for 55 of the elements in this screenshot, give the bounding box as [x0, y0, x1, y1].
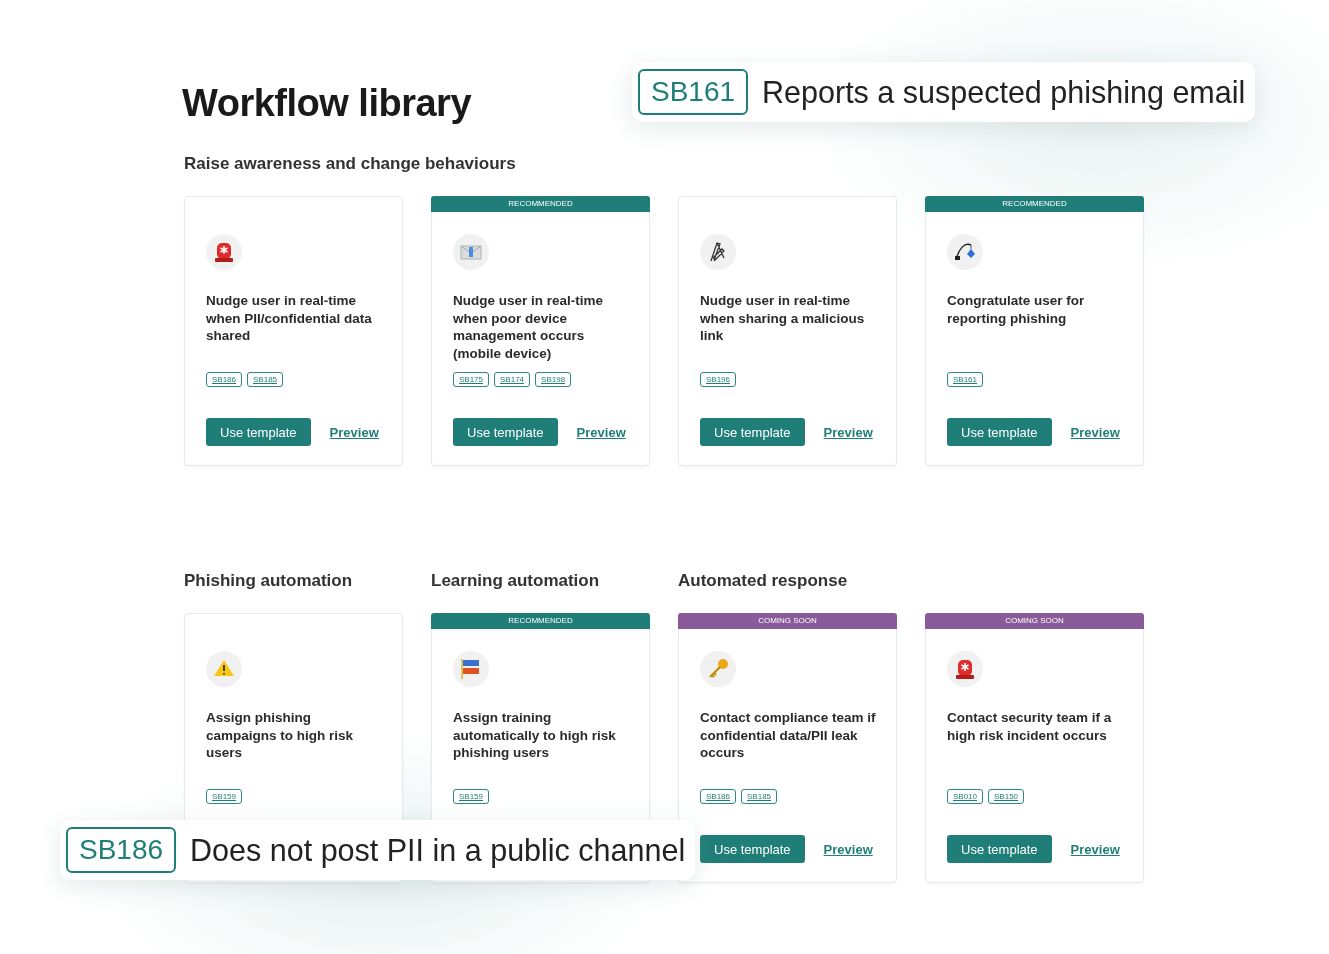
preview-link[interactable]: Preview — [1070, 424, 1120, 440]
code-badge: SB186 — [66, 827, 177, 873]
tag-link[interactable]: SB174 — [494, 372, 531, 387]
use-template-button[interactable]: Use template — [947, 418, 1052, 446]
section-heading: Automated response — [678, 571, 849, 591]
card-title: Assign training automatically to high risk phishing users — [453, 709, 617, 762]
use-template-button[interactable]: Use template — [206, 418, 311, 446]
use-template-button[interactable]: Use template — [700, 418, 805, 446]
use-template-button[interactable]: Use template — [947, 835, 1052, 863]
card-title: Contact compliance team if confidential data/PII leak occurs — [700, 709, 877, 762]
tag-link[interactable]: SB198 — [535, 372, 572, 387]
code-badge: SB161 — [638, 69, 749, 115]
status-banner: RECOMMENDED — [431, 196, 650, 212]
section-heading: Raise awareness and change behaviours — [184, 154, 517, 174]
tag-link[interactable]: SB159 — [206, 789, 243, 804]
tag-link[interactable]: SB186 — [700, 789, 737, 804]
tag-link[interactable]: SB185 — [741, 789, 778, 804]
paperclip-icon — [700, 234, 736, 270]
page-title: Workflow library — [182, 81, 472, 126]
tag-link[interactable]: SB161 — [947, 372, 984, 387]
warning-icon — [206, 651, 242, 687]
preview-link[interactable]: Preview — [329, 424, 379, 440]
status-banner: RECOMMENDED — [431, 613, 650, 629]
callout-text: Does not post PII in a public channel — [190, 832, 686, 868]
use-template-button[interactable]: Use template — [700, 835, 805, 863]
card-title: Nudge user in real-time when PII/confidential data shared — [206, 292, 373, 345]
use-template-button[interactable]: Use template — [453, 418, 558, 446]
preview-link[interactable]: Preview — [823, 424, 873, 440]
card-title: Nudge user in real-time when poor device management occurs (mobile device) — [453, 292, 605, 362]
card-title: Contact security team if a high risk incident occurs — [947, 709, 1113, 745]
preview-link[interactable]: Preview — [1070, 841, 1120, 857]
tag-link[interactable]: SB150 — [988, 789, 1025, 804]
envelope-icon — [453, 234, 489, 270]
tag-link[interactable]: SB186 — [206, 372, 243, 387]
preview-link[interactable]: Preview — [823, 841, 873, 857]
tag-link[interactable]: SB196 — [700, 372, 737, 387]
siren-icon — [206, 234, 242, 270]
card-title: Congratulate user for reporting phishing — [947, 292, 1086, 328]
status-banner: COMING SOON — [925, 613, 1144, 629]
flag-icon — [453, 651, 489, 687]
card-title: Assign phishing campaigns to high risk users — [206, 709, 355, 762]
card-title: Nudge user in real-time when sharing a malicious link — [700, 292, 866, 345]
fishing-rod-icon — [947, 234, 983, 270]
siren-icon — [947, 651, 983, 687]
status-banner: COMING SOON — [678, 613, 897, 629]
key-icon — [700, 651, 736, 687]
callout-text: Reports a suspected phishing email — [762, 74, 1246, 110]
section-heading: Phishing automation — [184, 571, 354, 591]
status-banner: RECOMMENDED — [925, 196, 1144, 212]
tag-link[interactable]: SB010 — [947, 789, 984, 804]
tag-link[interactable]: SB159 — [453, 789, 490, 804]
section-heading: Learning automation — [431, 571, 601, 591]
tag-link[interactable]: SB175 — [453, 372, 490, 387]
tag-link[interactable]: SB185 — [247, 372, 284, 387]
preview-link[interactable]: Preview — [576, 424, 626, 440]
